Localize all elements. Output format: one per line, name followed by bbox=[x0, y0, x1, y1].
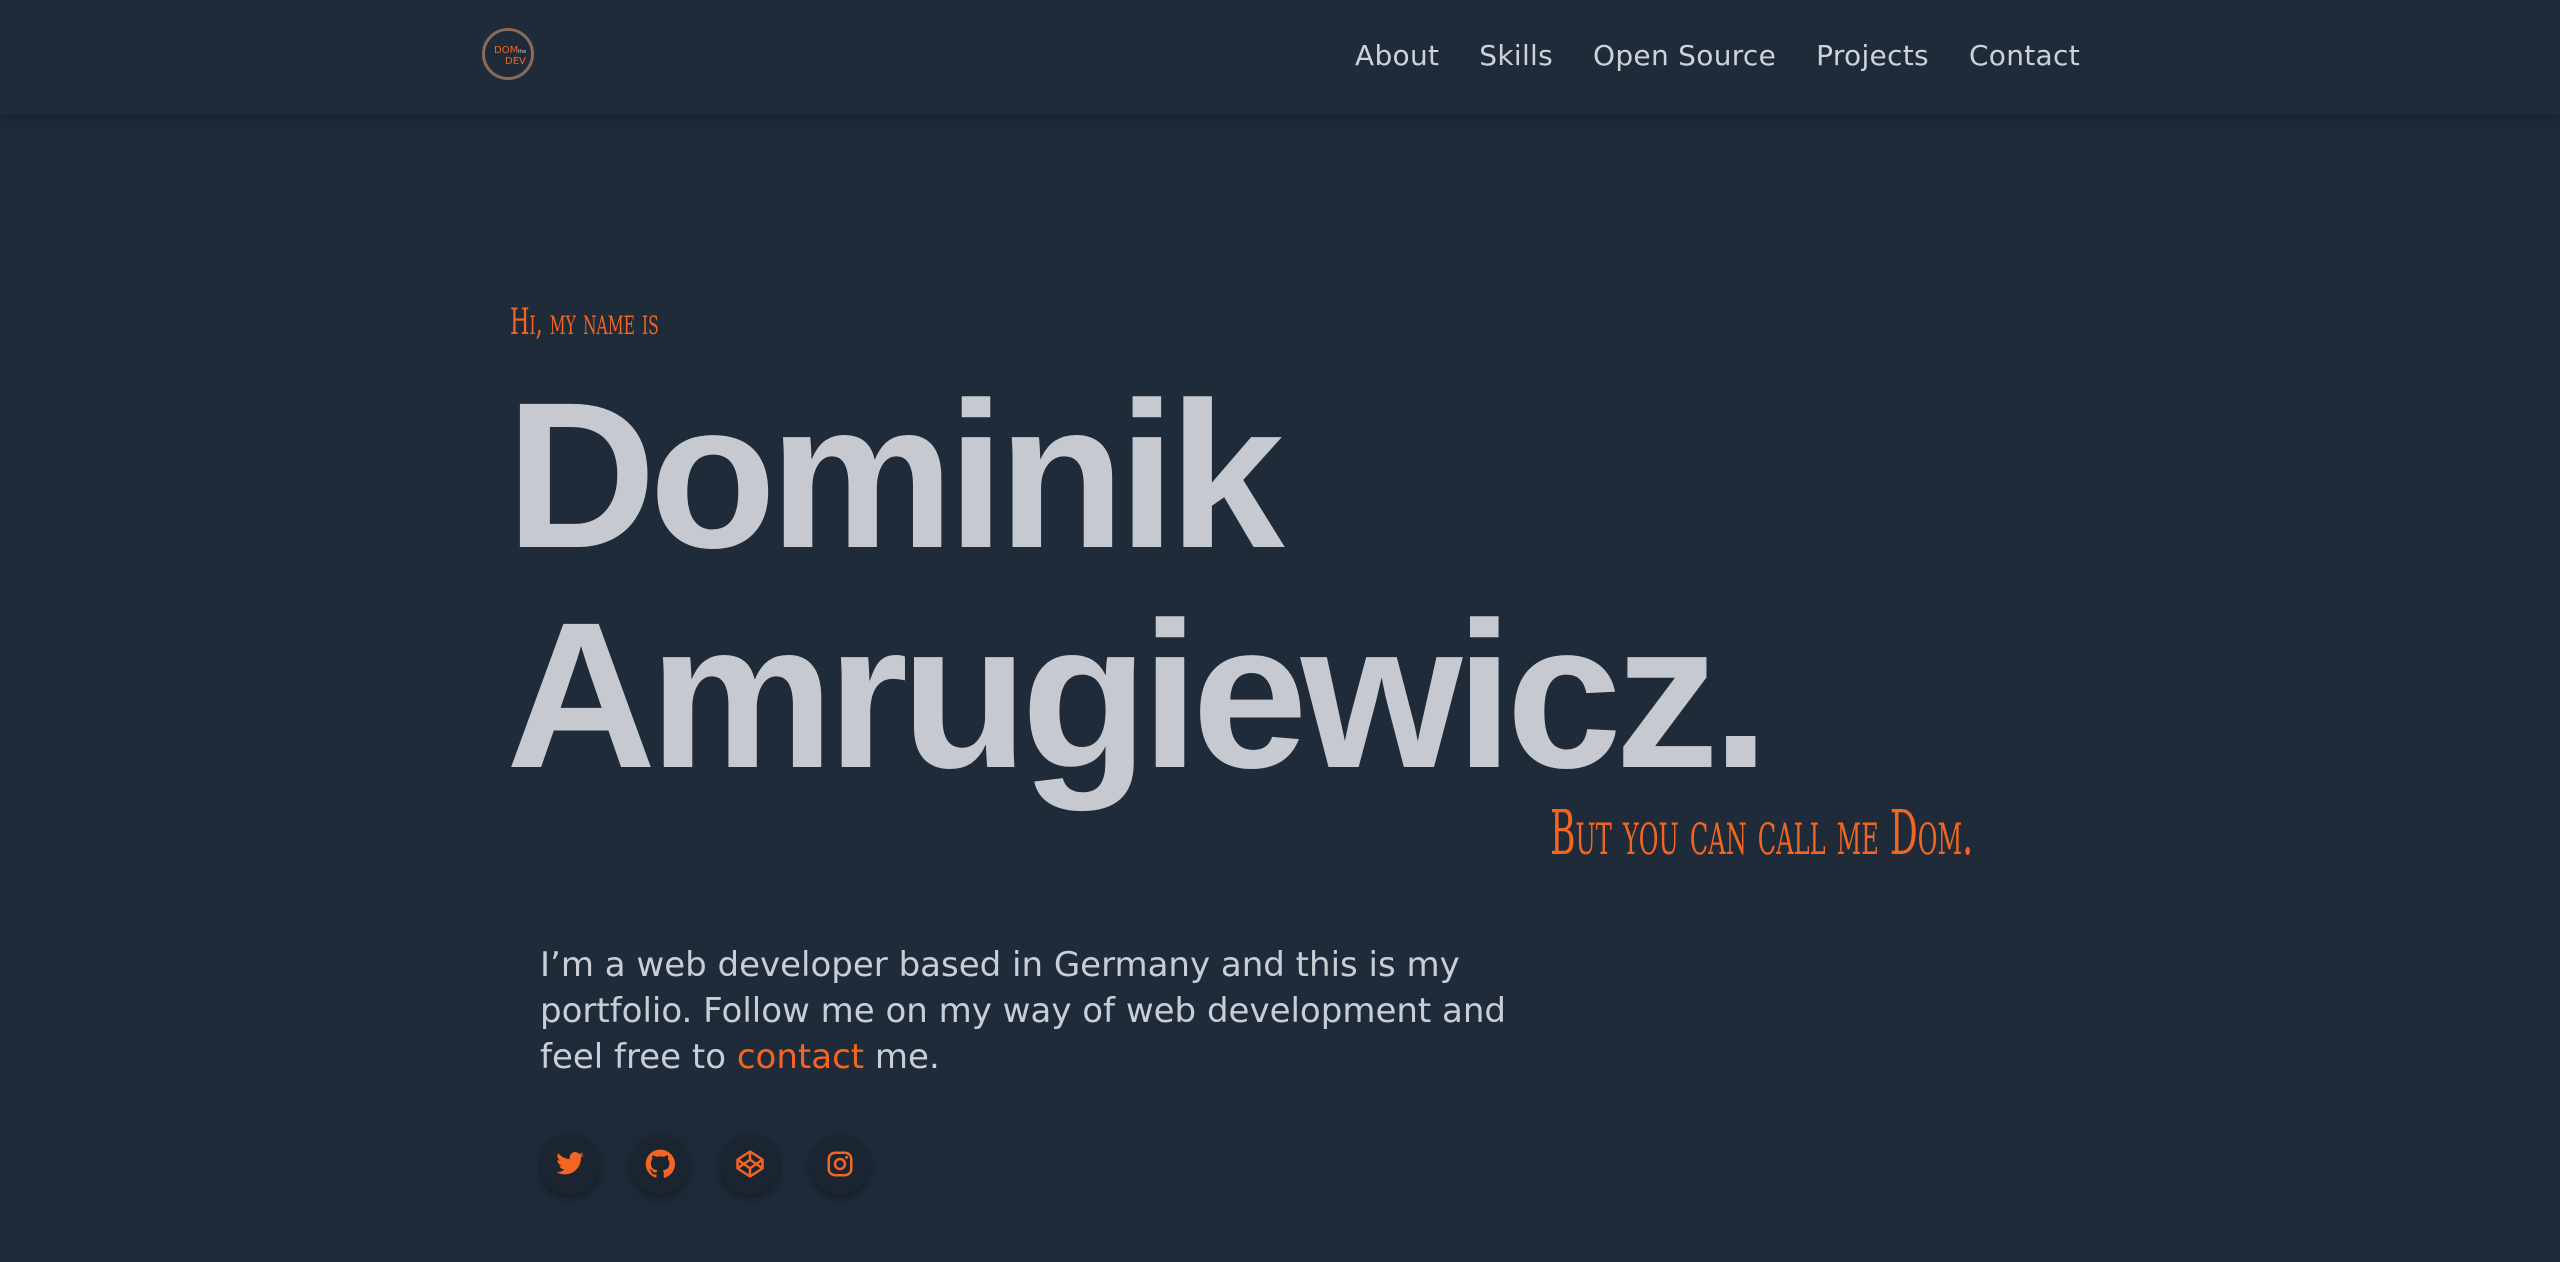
intro-before: I’m a web developer based in Germany and… bbox=[540, 945, 1507, 1077]
github-icon bbox=[645, 1149, 675, 1178]
nav-link-open-source[interactable]: Open Source bbox=[1593, 36, 1776, 76]
logo-text-bottom: DEV bbox=[505, 56, 526, 67]
logo[interactable]: DOM the DEV bbox=[482, 28, 534, 80]
logo-text-top: DOM bbox=[494, 45, 518, 56]
codepen-icon bbox=[736, 1150, 764, 1178]
intro-after: me. bbox=[864, 1037, 940, 1077]
nav-link-skills[interactable]: Skills bbox=[1479, 36, 1553, 76]
logo-icon: DOM the DEV bbox=[494, 45, 526, 67]
nav-link-about[interactable]: About bbox=[1355, 36, 1439, 76]
name-last: Amrugiewicz. bbox=[506, 580, 1770, 812]
navbar: DOM the DEV About Skills Open Source Pro… bbox=[0, 0, 2560, 114]
greeting: Hi, my name is bbox=[510, 302, 659, 343]
instagram-icon bbox=[827, 1151, 853, 1177]
nav-link-contact[interactable]: Contact bbox=[1969, 36, 2080, 76]
nav-link-projects[interactable]: Projects bbox=[1816, 36, 1929, 76]
nav-links: About Skills Open Source Projects Contac… bbox=[1355, 36, 2080, 76]
intro-text: I’m a web developer based in Germany and… bbox=[540, 942, 1520, 1080]
logo-text-small: the bbox=[518, 49, 526, 55]
contact-link[interactable]: contact bbox=[737, 1037, 864, 1077]
github-button[interactable] bbox=[630, 1134, 690, 1194]
nickname: But you can call me Dom. bbox=[1550, 796, 1974, 869]
name-first: Dominik bbox=[506, 360, 1285, 592]
twitter-button[interactable] bbox=[540, 1134, 600, 1194]
hero-section: Hi, my name is Dominik Amrugiewicz. But … bbox=[0, 0, 2560, 1262]
instagram-button[interactable] bbox=[810, 1134, 870, 1194]
social-links bbox=[540, 1134, 870, 1194]
codepen-button[interactable] bbox=[720, 1134, 780, 1194]
twitter-icon bbox=[556, 1152, 584, 1175]
